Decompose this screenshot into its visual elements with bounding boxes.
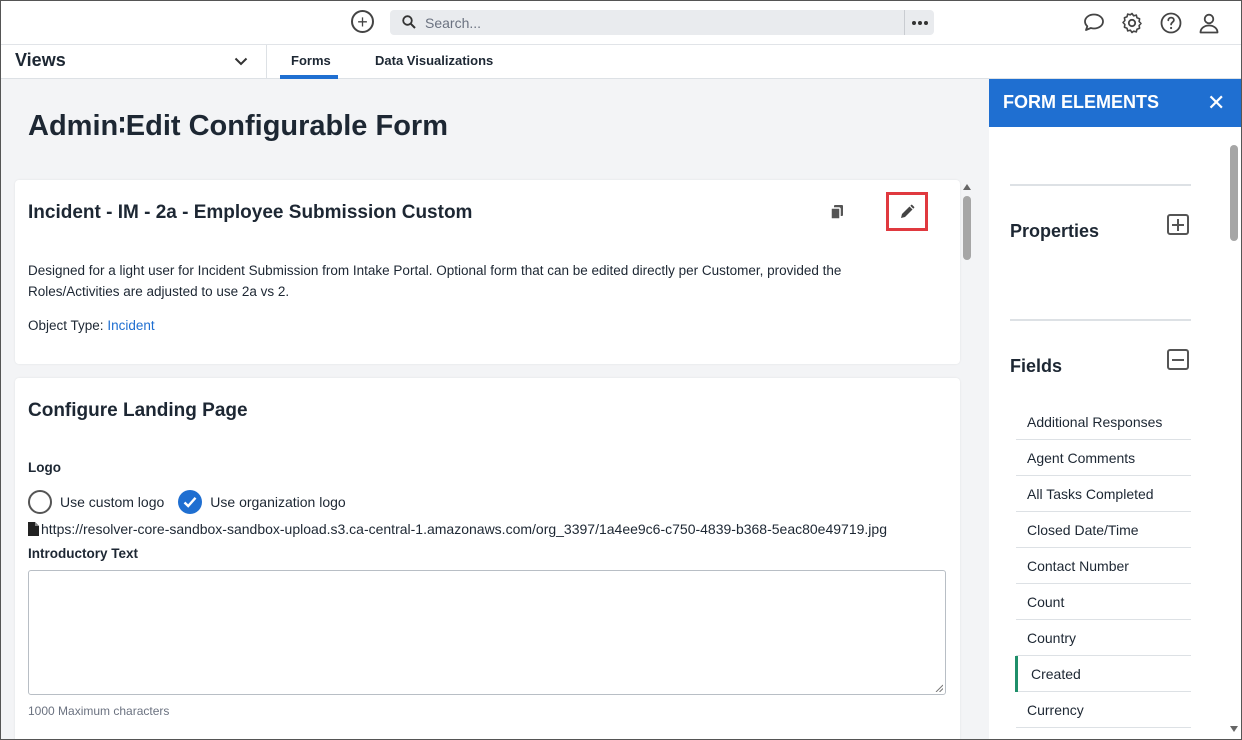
list-item[interactable]: Contact Number bbox=[1016, 548, 1191, 584]
form-description: Designed for a light user for Incident S… bbox=[28, 263, 842, 299]
scroll-up-arrow-icon[interactable] bbox=[962, 183, 972, 191]
fields-heading[interactable]: Fields bbox=[1010, 356, 1062, 377]
collapse-icon[interactable] bbox=[1167, 349, 1189, 370]
top-bar: + Search... bbox=[0, 0, 1242, 45]
logo-file: https://resolver-core-sandbox-sandbox-up… bbox=[28, 521, 887, 537]
fields-list: Additional Responses Agent Comments All … bbox=[1015, 404, 1191, 728]
file-icon bbox=[28, 522, 39, 536]
custom-logo-radio[interactable] bbox=[28, 490, 52, 514]
divider bbox=[266, 45, 267, 79]
page-title: Admin∶Edit Configurable Form bbox=[28, 110, 448, 142]
search-bar[interactable]: Search... bbox=[390, 10, 934, 35]
list-item[interactable]: Currency bbox=[1016, 692, 1191, 728]
form-elements-panel: FORM ELEMENTS ✕ Properties Fields Additi… bbox=[989, 79, 1242, 740]
expand-icon[interactable] bbox=[1167, 214, 1189, 235]
section-title: Configure Landing Page bbox=[28, 400, 248, 421]
org-logo-radio[interactable] bbox=[178, 490, 203, 514]
sub-nav: Views Forms Data Visualizations bbox=[0, 45, 1242, 79]
comment-icon[interactable] bbox=[1082, 11, 1106, 35]
intro-text-field[interactable] bbox=[28, 570, 946, 695]
check-icon bbox=[183, 497, 197, 508]
logo-options: Use custom logo Use organization logo bbox=[28, 490, 346, 514]
form-info-card: Incident - IM - 2a - Employee Submission… bbox=[15, 180, 960, 364]
user-icon[interactable] bbox=[1197, 11, 1221, 35]
intro-text-label: Introductory Text bbox=[28, 546, 139, 561]
divider bbox=[1010, 184, 1191, 186]
list-item[interactable]: Additional Responses bbox=[1016, 404, 1191, 440]
form-name: Incident - IM - 2a - Employee Submission… bbox=[28, 202, 473, 223]
search-icon bbox=[402, 15, 416, 29]
main-scrollbar-thumb[interactable] bbox=[963, 196, 971, 260]
list-item-active[interactable]: Created bbox=[1015, 656, 1191, 692]
custom-logo-label[interactable]: Use custom logo bbox=[60, 494, 164, 510]
search-placeholder: Search... bbox=[425, 15, 482, 31]
divider bbox=[1010, 319, 1191, 321]
list-item[interactable]: Country bbox=[1016, 620, 1191, 656]
logo-url[interactable]: https://resolver-core-sandbox-sandbox-up… bbox=[41, 521, 887, 537]
edit-button[interactable] bbox=[886, 192, 928, 231]
properties-heading[interactable]: Properties bbox=[1010, 221, 1099, 242]
panel-header: FORM ELEMENTS ✕ bbox=[989, 79, 1242, 127]
settings-icon[interactable] bbox=[1120, 11, 1144, 35]
panel-title: FORM ELEMENTS bbox=[1003, 92, 1159, 112]
tab-data-visualizations[interactable]: Data Visualizations bbox=[375, 53, 493, 68]
list-item[interactable]: Agent Comments bbox=[1016, 440, 1191, 476]
active-tab-indicator bbox=[280, 75, 338, 79]
help-icon[interactable] bbox=[1159, 11, 1183, 35]
panel-scrollbar-thumb[interactable] bbox=[1230, 145, 1238, 241]
list-item[interactable]: Count bbox=[1016, 584, 1191, 620]
scroll-down-arrow-icon[interactable] bbox=[1229, 725, 1239, 733]
max-characters-hint: 1000 Maximum characters bbox=[28, 704, 170, 718]
add-icon[interactable]: + bbox=[351, 10, 374, 33]
tab-forms[interactable]: Forms bbox=[291, 53, 331, 68]
list-item[interactable]: Closed Date/Time bbox=[1016, 512, 1191, 548]
pencil-icon bbox=[901, 204, 915, 218]
chevron-down-icon[interactable] bbox=[234, 57, 248, 66]
resize-grip-icon[interactable] bbox=[935, 684, 943, 692]
copy-icon[interactable] bbox=[830, 204, 844, 220]
object-type: Object Type: Incident bbox=[28, 318, 155, 333]
list-item[interactable]: All Tasks Completed bbox=[1016, 476, 1191, 512]
close-icon[interactable]: ✕ bbox=[1207, 92, 1225, 114]
logo-label: Logo bbox=[28, 460, 61, 475]
views-dropdown-label[interactable]: Views bbox=[15, 50, 66, 71]
more-icon[interactable] bbox=[904, 10, 934, 35]
object-type-link[interactable]: Incident bbox=[107, 318, 154, 333]
org-logo-label[interactable]: Use organization logo bbox=[210, 494, 345, 510]
landing-page-card: Configure Landing Page Logo Use custom l… bbox=[15, 378, 960, 740]
